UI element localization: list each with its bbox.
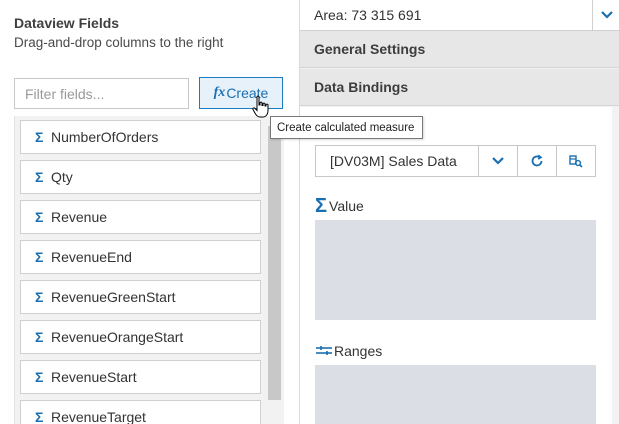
sigma-icon: Σ — [35, 329, 44, 345]
create-tooltip: Create calculated measure — [270, 116, 423, 139]
fields-panel-title: Dataview Fields — [14, 15, 120, 31]
field-label: Revenue — [51, 209, 108, 225]
hand-cursor-icon — [252, 95, 269, 118]
sigma-icon: Σ — [35, 129, 44, 145]
fields-panel: Dataview Fields Drag-and-drop columns to… — [0, 0, 299, 424]
fields-panel-subtitle: Drag-and-drop columns to the right — [14, 35, 224, 50]
field-label: RevenueGreenStart — [51, 289, 176, 305]
field-label: NumberOfOrders — [51, 129, 159, 145]
field-item[interactable]: Σ RevenueStart — [20, 360, 261, 394]
ranges-drop-zone[interactable] — [315, 365, 596, 424]
field-item[interactable]: Σ RevenueTarget — [20, 400, 261, 424]
field-item[interactable]: Σ RevenueOrangeStart — [20, 320, 261, 354]
field-item[interactable]: Σ NumberOfOrders — [20, 120, 261, 154]
general-settings-header[interactable]: General Settings — [300, 31, 619, 68]
data-bindings-body: [DV03M] Sales Data Σ Value Ranges — [300, 107, 619, 424]
field-label: RevenueOrangeStart — [51, 329, 184, 345]
field-label: RevenueEnd — [51, 249, 132, 265]
data-bindings-header[interactable]: Data Bindings — [300, 69, 619, 106]
create-calculated-button[interactable]: fx Create — [199, 77, 283, 109]
sigma-icon: Σ — [35, 369, 44, 385]
ranges-icon — [316, 346, 332, 355]
field-item[interactable]: Σ Revenue — [20, 200, 261, 234]
sigma-icon: Σ — [315, 195, 328, 217]
sigma-icon: Σ — [35, 289, 44, 305]
field-item[interactable]: Σ RevenueGreenStart — [20, 280, 261, 314]
sigma-icon: Σ — [35, 209, 44, 225]
fx-icon: fx — [213, 85, 226, 100]
refresh-button[interactable] — [517, 146, 556, 176]
chevron-down-icon — [492, 157, 504, 165]
ranges-zone-title: Ranges — [334, 343, 383, 359]
field-item[interactable]: Σ Qty — [20, 160, 261, 194]
datasource-name: [DV03M] Sales Data — [330, 153, 457, 169]
settings-panel: Area: 73 315 691 General Settings Data B… — [299, 0, 619, 424]
data-bindings-content: [DV03M] Sales Data Σ Value Ranges — [300, 107, 612, 424]
field-label: Qty — [51, 169, 73, 185]
scrollbar-thumb[interactable] — [268, 126, 281, 400]
ranges-zone-label: Ranges — [315, 343, 382, 359]
data-search-icon — [569, 155, 583, 168]
value-zone-label: Σ Value — [315, 195, 364, 217]
inspect-datasource-button[interactable] — [556, 146, 595, 176]
field-label: RevenueTarget — [51, 409, 146, 424]
filter-fields-input[interactable] — [14, 78, 189, 109]
refresh-icon — [531, 154, 543, 167]
datasource-selector[interactable]: [DV03M] Sales Data — [315, 145, 596, 177]
area-dropdown[interactable]: Area: 73 315 691 — [300, 0, 619, 31]
field-list: Σ NumberOfOrders Σ Qty Σ Revenue Σ Reven… — [14, 116, 284, 424]
sigma-icon: Σ — [35, 169, 44, 185]
sigma-icon: Σ — [35, 249, 44, 265]
value-zone-title: Value — [329, 198, 364, 214]
chevron-down-icon[interactable] — [592, 0, 619, 31]
field-label: RevenueStart — [51, 369, 137, 385]
sigma-icon: Σ — [35, 409, 44, 424]
area-value: Area: 73 315 691 — [314, 7, 422, 23]
value-drop-zone[interactable] — [315, 220, 596, 320]
field-item[interactable]: Σ RevenueEnd — [20, 240, 261, 274]
datasource-dropdown-button[interactable] — [478, 146, 517, 176]
